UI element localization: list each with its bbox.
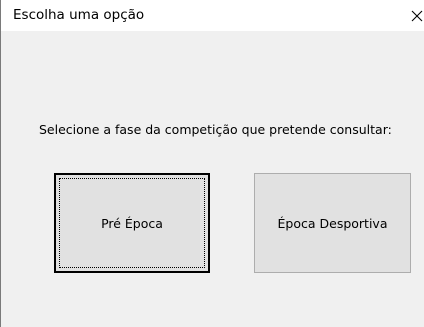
close-button[interactable] [405, 3, 424, 29]
dialog-window: Escolha uma opção Selecione a fase da co… [0, 0, 424, 327]
dialog-title: Escolha uma opção [13, 7, 145, 23]
title-bar: Escolha uma opção [1, 0, 424, 31]
close-icon [411, 10, 423, 22]
epoca-desportiva-button[interactable]: Época Desportiva [254, 173, 411, 273]
prompt-label: Selecione a fase da competição que prete… [39, 122, 392, 137]
pre-epoca-label: Pré Época [101, 215, 163, 231]
epoca-desportiva-label: Época Desportiva [277, 215, 388, 231]
pre-epoca-button[interactable]: Pré Época [54, 173, 210, 273]
